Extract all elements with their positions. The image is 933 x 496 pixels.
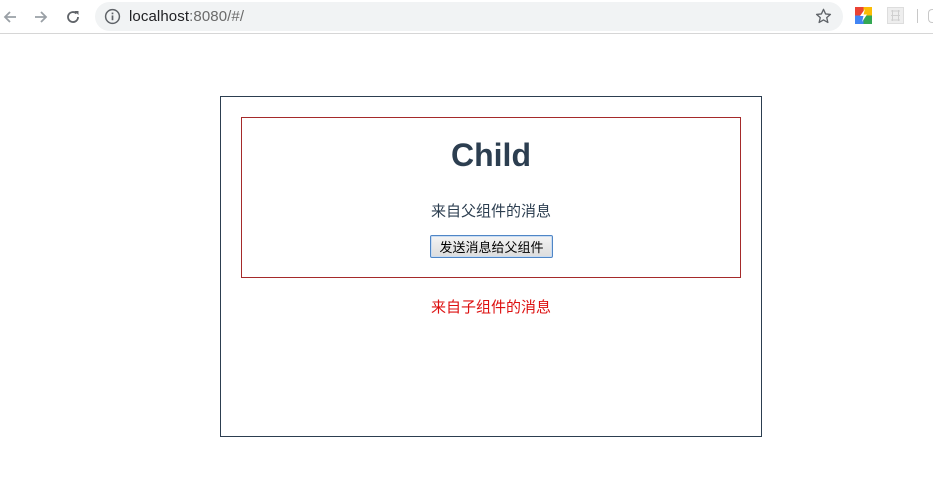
url-host: localhost xyxy=(129,8,190,25)
forward-arrow-icon xyxy=(35,11,48,23)
address-bar[interactable]: localhost:8080/#/ xyxy=(95,2,843,31)
back-arrow-icon xyxy=(3,11,16,23)
forward-button[interactable] xyxy=(29,5,53,29)
profile-icon[interactable] xyxy=(928,9,933,23)
reload-icon xyxy=(67,11,79,23)
child-message: 来自父组件的消息 xyxy=(430,203,551,220)
toolbar-separator xyxy=(917,9,918,23)
reload-button[interactable] xyxy=(61,5,85,29)
browser-toolbar: localhost:8080/#/ xyxy=(0,0,933,34)
info-icon[interactable] xyxy=(104,8,121,25)
url-path: :8080/#/ xyxy=(189,8,245,25)
send-to-parent-button[interactable]: 发送消息给父组件 xyxy=(430,235,553,258)
star-icon[interactable] xyxy=(814,7,833,26)
url-text[interactable]: localhost:8080/#/ xyxy=(129,8,244,25)
parent-message: 来自子组件的消息 xyxy=(430,299,551,316)
extension-icon[interactable] xyxy=(855,7,872,24)
back-button[interactable] xyxy=(0,5,22,29)
extension-grid-icon[interactable] xyxy=(887,7,904,24)
parent-component: Child 来自父组件的消息 发送消息给父组件 来自子组件的消息 xyxy=(220,96,762,437)
child-component: Child 来自父组件的消息 发送消息给父组件 xyxy=(241,117,741,278)
child-title: Child xyxy=(451,137,531,173)
